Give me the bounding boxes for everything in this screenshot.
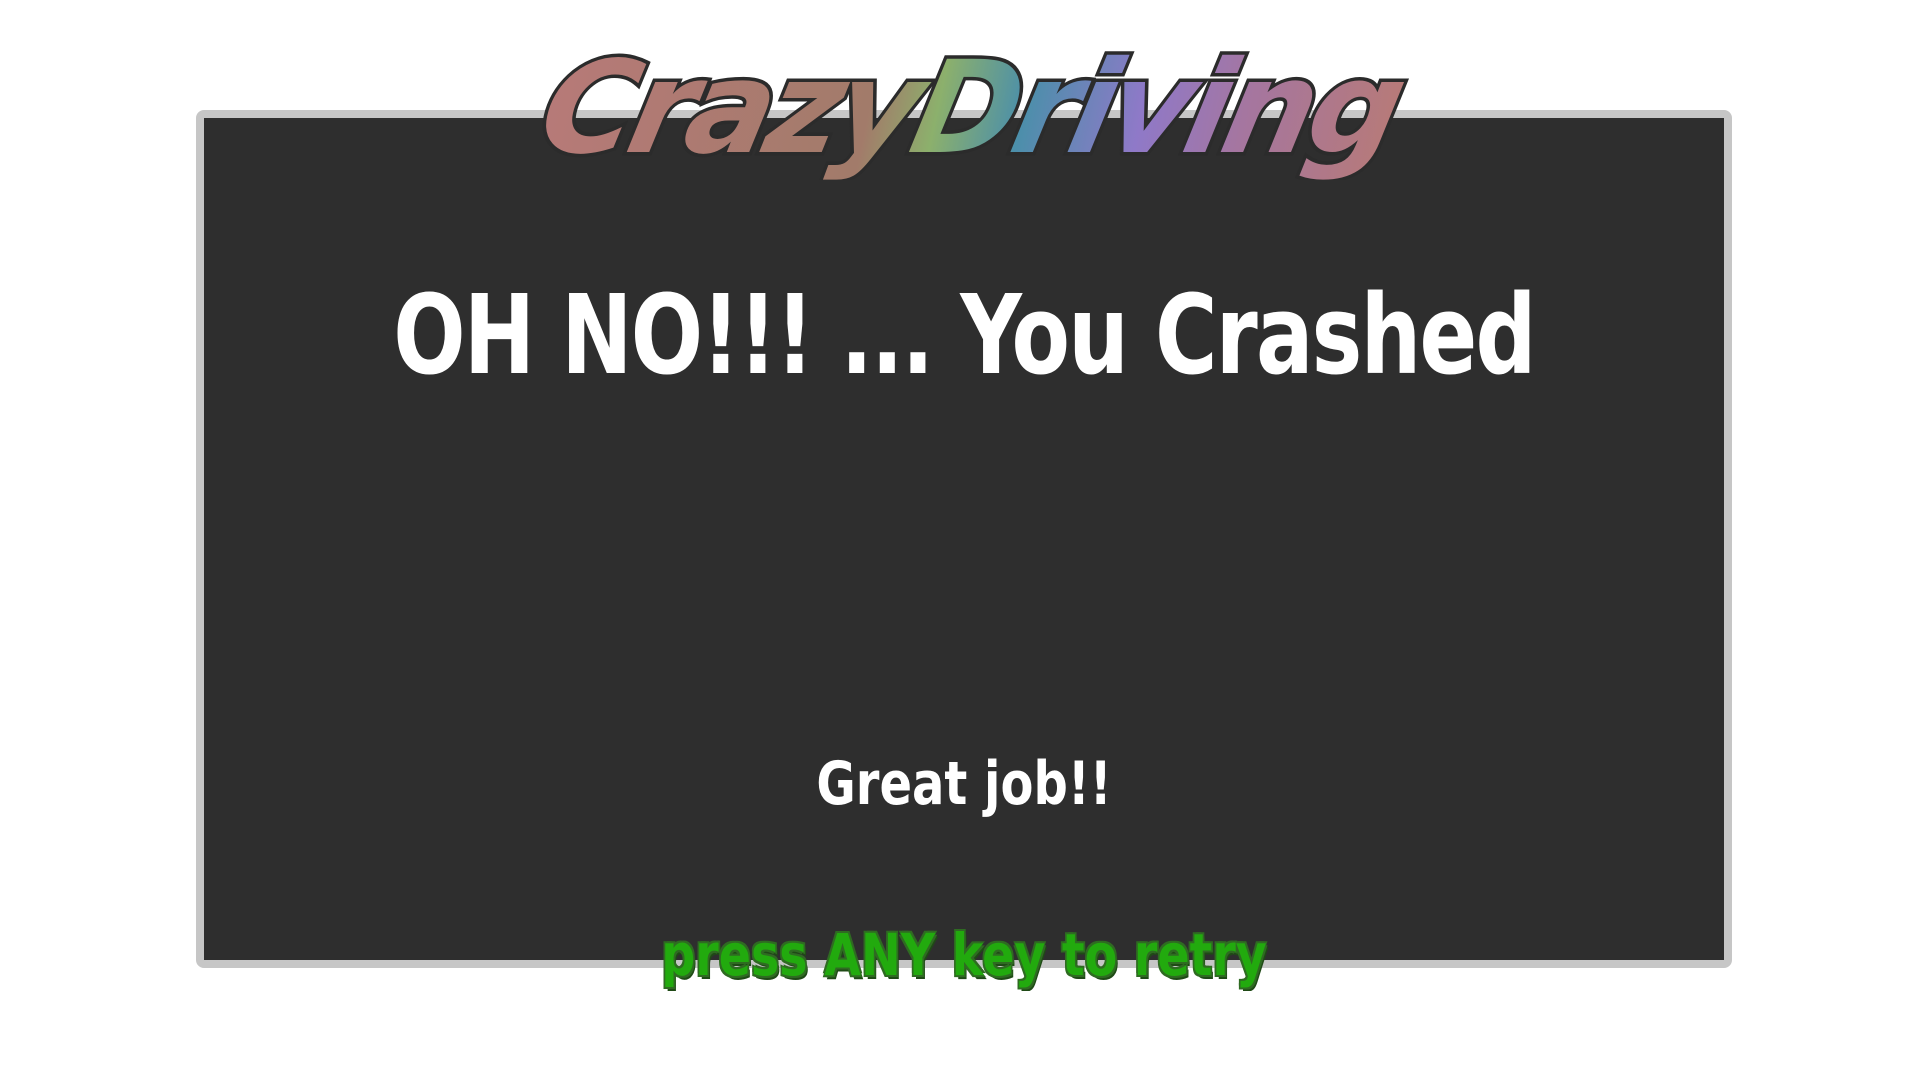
- game-screen: CrazyDriving OH NO!!! ... You Crashed Gr…: [0, 0, 1920, 1080]
- crash-panel: [196, 110, 1732, 968]
- logo-word-driving: Driving: [900, 40, 1415, 180]
- game-logo: CrazyDriving: [500, 40, 1430, 180]
- svg-text:CrazyDriving: CrazyDriving: [528, 40, 1415, 180]
- retry-prompt[interactable]: press ANY key to retry: [334, 918, 1594, 992]
- result-message: Great job!!: [816, 749, 1112, 819]
- logo-word-crazy: Crazy: [528, 40, 942, 180]
- crash-headline: OH NO!!! ... You Crashed: [393, 271, 1536, 399]
- logo-image: CrazyDriving: [525, 40, 1419, 180]
